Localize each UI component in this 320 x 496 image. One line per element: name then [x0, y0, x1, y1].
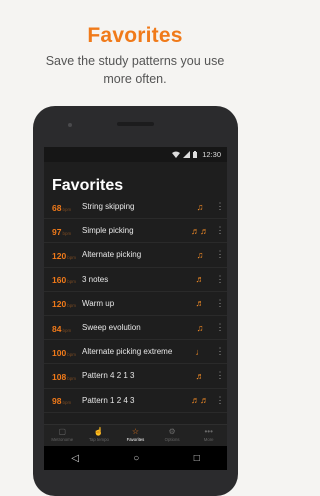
note-pattern-icon: ♫	[196, 249, 204, 260]
list-item[interactable]: 98bpm Pattern 1 2 4 3 ♬♬ ⋮	[44, 389, 227, 413]
overflow-menu-icon[interactable]: ⋮	[213, 274, 227, 285]
system-nav-bar: ◁ ○ □	[44, 446, 227, 470]
promo-title: Favorites	[87, 24, 183, 47]
page-title: Favorites	[52, 177, 124, 194]
list-item[interactable]: 160bpm 3 notes ♬ ⋮	[44, 268, 227, 292]
list-item[interactable]: 108bpm Pattern 4 2 1 3 ♬ ⋮	[44, 364, 227, 389]
tempo-number: 100	[52, 347, 67, 358]
list-item[interactable]: 120bpm Alternate picking ♫ ⋮	[44, 243, 227, 268]
overflow-menu-icon[interactable]: ⋮	[213, 395, 227, 406]
pattern-name: 3 notes	[82, 274, 109, 284]
battery-icon	[193, 151, 198, 158]
overflow-menu-icon[interactable]: ⋮	[213, 322, 227, 333]
signal-icon	[183, 151, 191, 158]
tempo-value: 68bpm	[44, 198, 77, 216]
pattern-name: Pattern 4 2 1 3	[82, 371, 135, 381]
tab-label: Tap tempo	[88, 437, 109, 442]
tempo-number: 68	[52, 202, 62, 213]
pattern-name: String skipping	[82, 202, 135, 212]
note-pattern-icon: ♬♬	[191, 225, 209, 236]
tempo-value: 108bpm	[44, 367, 77, 385]
overflow-menu-icon[interactable]: ⋮	[213, 249, 227, 260]
more-icon: •••	[204, 427, 213, 436]
tempo-unit: bpm	[62, 327, 72, 333]
tempo-unit: bpm	[67, 351, 76, 357]
list-item[interactable]: 120bpm Warm up ♬ ⋮	[44, 292, 227, 316]
home-icon[interactable]: ○	[133, 453, 139, 464]
tab-label: Options	[164, 437, 180, 442]
tempo-value: 84bpm	[44, 319, 77, 337]
pattern-name: Warm up	[82, 298, 115, 308]
metronome-icon: ▢	[58, 427, 67, 436]
list-item[interactable]: 97bpm Simple picking ♬♬ ⋮	[44, 219, 227, 244]
tempo-number: 84	[52, 323, 62, 334]
status-bar: 12:30	[44, 147, 227, 162]
tab-options[interactable]: ⚙ Options	[154, 425, 191, 446]
wifi-icon	[172, 151, 181, 158]
tempo-number: 97	[52, 226, 62, 237]
note-pattern-icon: ♬	[195, 370, 205, 381]
tap-icon: ☝	[93, 427, 104, 436]
tempo-number: 160	[52, 275, 67, 286]
overflow-menu-icon[interactable]: ⋮	[213, 370, 227, 381]
note-pattern-icon: ♬	[195, 274, 205, 285]
tempo-number: 120	[52, 250, 67, 261]
note-pattern-icon: ♬♬	[191, 395, 209, 406]
tempo-value: 160bpm	[44, 270, 77, 288]
note-pattern-icon: ♬	[195, 298, 205, 309]
status-time: 12:30	[202, 150, 221, 159]
tab-label: Favorites	[126, 437, 145, 442]
tab-tap-tempo[interactable]: ☝ Tap tempo	[81, 425, 118, 446]
tempo-value: 97bpm	[44, 222, 77, 240]
back-icon[interactable]: ◁	[71, 453, 79, 464]
tempo-value: 100bpm	[44, 343, 77, 361]
overflow-menu-icon[interactable]: ⋮	[213, 201, 227, 212]
overflow-menu-icon[interactable]: ⋮	[213, 298, 227, 309]
list-item[interactable]: 100bpm Alternate picking extreme ♩ ⋮	[44, 340, 227, 365]
tab-label: More	[203, 437, 214, 442]
note-pattern-icon: ♩	[195, 346, 205, 357]
overflow-menu-icon[interactable]: ⋮	[213, 225, 227, 236]
pattern-name: Alternate picking extreme	[82, 347, 173, 357]
bottom-tab-bar: ▢ Metronome ☝ Tap tempo ☆ Favorites ⚙ Options ••…	[44, 424, 227, 446]
gear-icon: ⚙	[168, 427, 176, 436]
camera-sensor	[68, 123, 72, 127]
favorites-list: 68bpm String skipping ♫ ⋮ 97bpm Simple pickin…	[44, 195, 227, 413]
tempo-value: 120bpm	[44, 294, 77, 312]
tempo-value: 98bpm	[44, 391, 77, 409]
phone-screen: 12:30 Favorites 68bpm String skipping ♫ ⋮ 97…	[44, 147, 227, 470]
promo-subtitle: Save the study patterns you use more oft…	[45, 54, 225, 86]
list-item[interactable]: 68bpm String skipping ♫ ⋮	[44, 195, 227, 220]
tempo-number: 108	[52, 371, 67, 382]
pattern-name: Alternate picking	[82, 250, 142, 260]
pattern-name: Sweep evolution	[82, 323, 141, 333]
tab-metronome[interactable]: ▢ Metronome	[44, 425, 81, 446]
recents-icon[interactable]: □	[194, 453, 200, 464]
tempo-unit: bpm	[62, 230, 72, 236]
tempo-number: 98	[52, 396, 62, 407]
note-pattern-icon: ♫	[196, 201, 204, 212]
tempo-number: 120	[52, 299, 67, 310]
pattern-name: Pattern 1 2 4 3	[82, 395, 135, 405]
tempo-unit: bpm	[67, 375, 76, 381]
phone-speaker	[117, 122, 154, 126]
tempo-unit: bpm	[67, 303, 76, 309]
tab-favorites[interactable]: ☆ Favorites	[117, 425, 154, 446]
pattern-name: Simple picking	[82, 226, 134, 236]
tempo-unit: bpm	[67, 279, 76, 285]
tempo-unit: bpm	[62, 206, 72, 212]
tab-more[interactable]: ••• More	[190, 425, 227, 446]
overflow-menu-icon[interactable]: ⋮	[213, 346, 227, 357]
note-pattern-icon: ♫	[196, 322, 204, 333]
tempo-unit: bpm	[67, 254, 76, 260]
tab-label: Metronome	[51, 437, 74, 442]
star-icon: ☆	[131, 427, 140, 436]
list-item[interactable]: 84bpm Sweep evolution ♫ ⋮	[44, 316, 227, 341]
tempo-value: 120bpm	[44, 246, 77, 264]
tempo-unit: bpm	[62, 400, 72, 406]
